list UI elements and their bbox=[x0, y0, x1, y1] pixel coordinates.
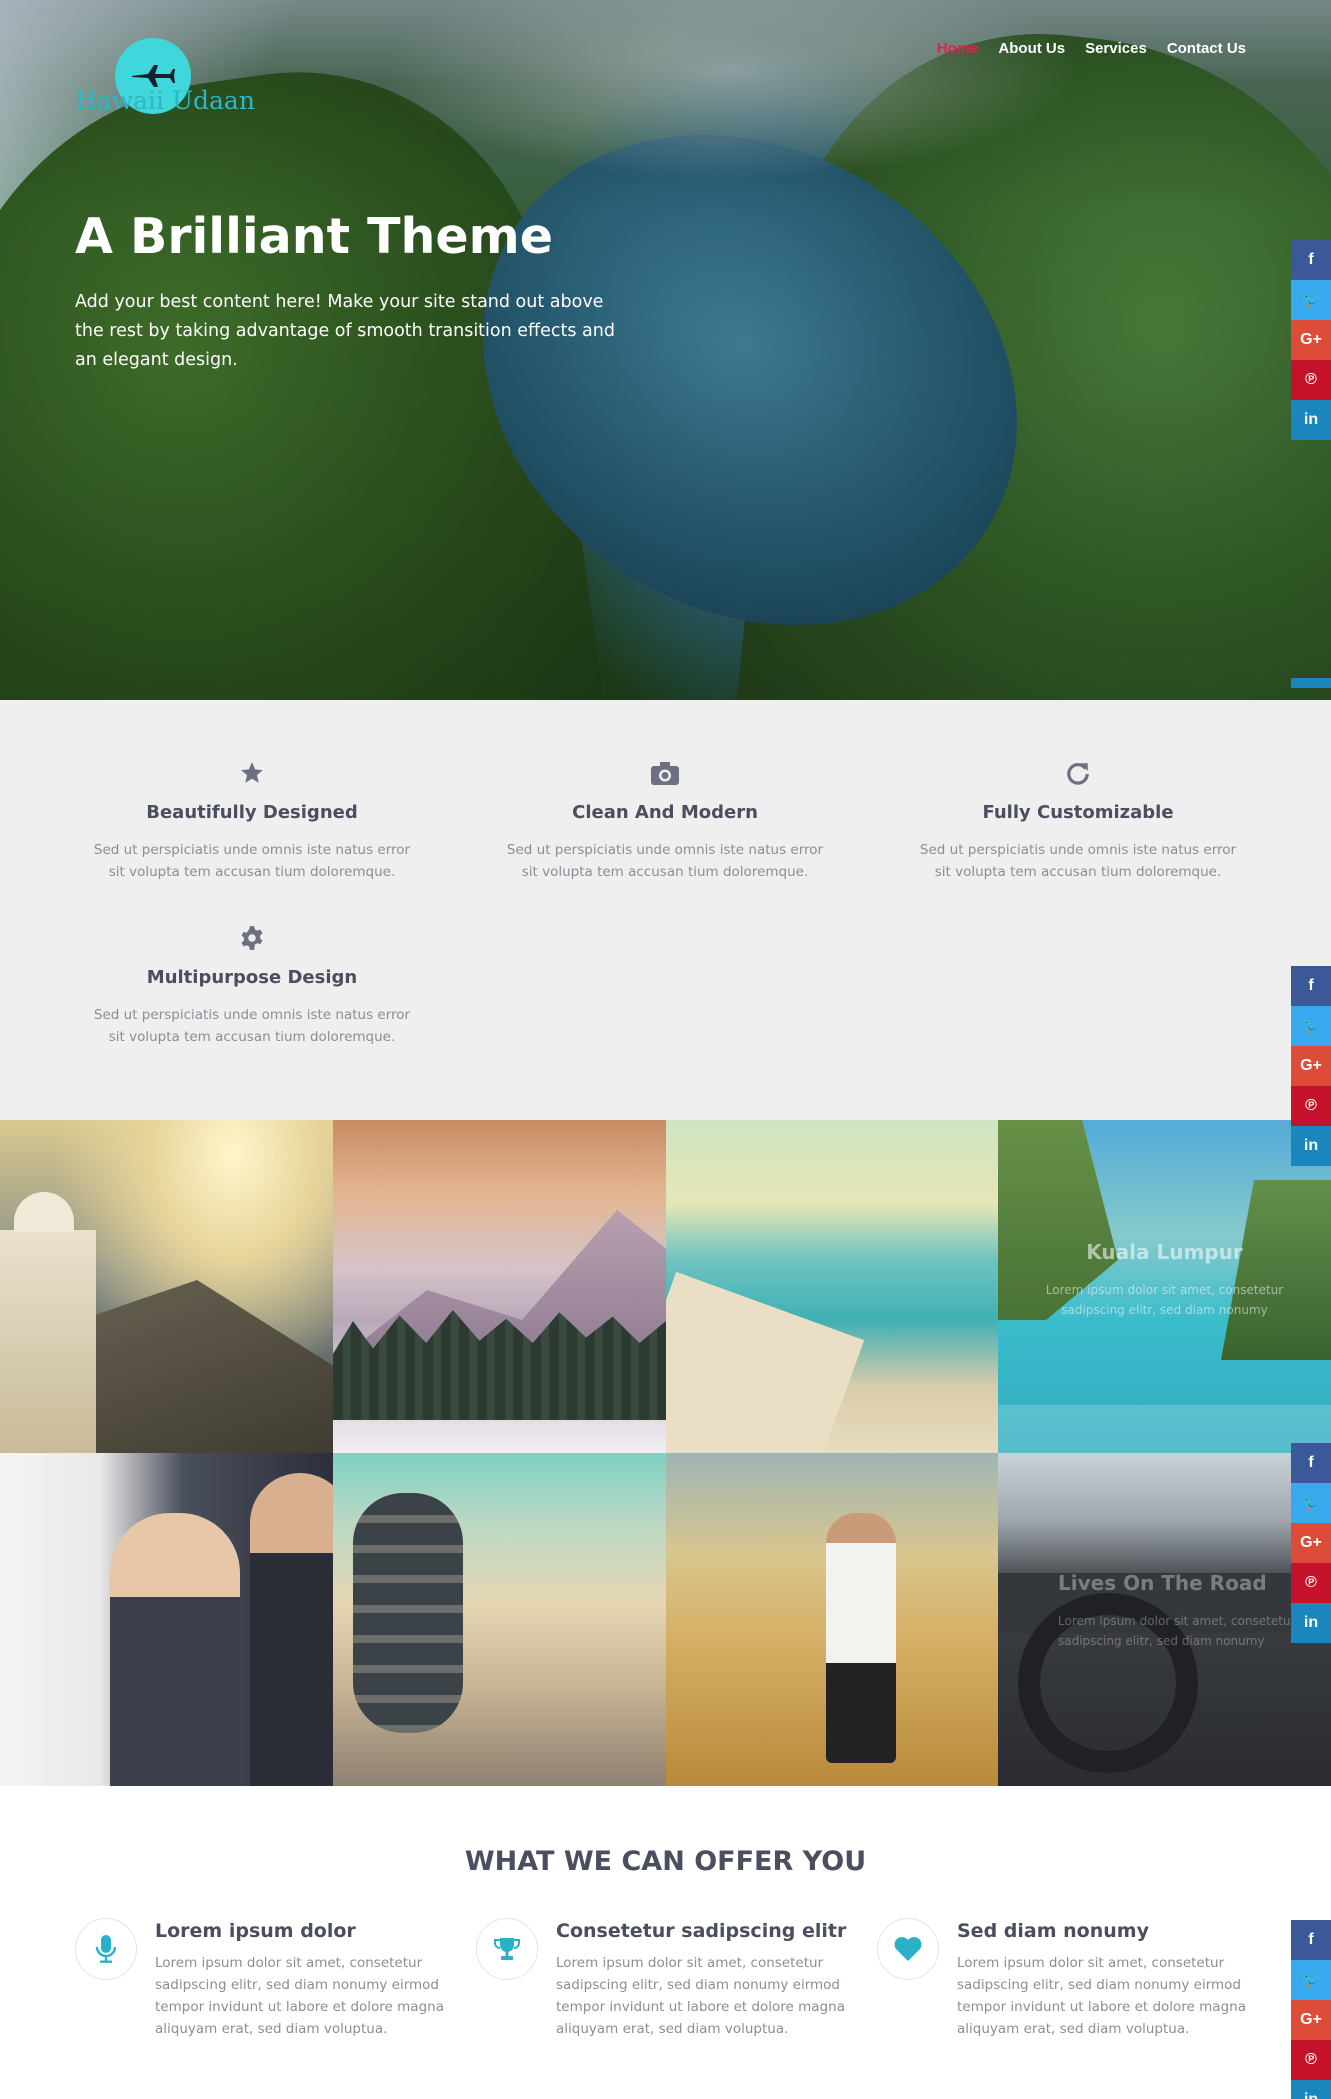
microphone-icon bbox=[75, 1918, 137, 1980]
twitter-icon[interactable]: 🐦 bbox=[1291, 1483, 1331, 1523]
gallery-caption-text: Lorem ipsum dolor sit amet, consetetur s… bbox=[1045, 1283, 1284, 1317]
nav-item-home[interactable]: Home bbox=[937, 40, 979, 57]
brand-name: Hawaii Udaan bbox=[75, 86, 255, 115]
linkedin-icon[interactable]: in bbox=[1291, 2080, 1331, 2099]
star-icon bbox=[72, 756, 432, 790]
linkedin-icon[interactable]: in bbox=[1291, 400, 1331, 440]
feature-title: Multipurpose Design bbox=[146, 967, 358, 988]
camera-icon bbox=[485, 756, 845, 790]
offer-item-title: Lorem ipsum dolor bbox=[155, 1920, 356, 1942]
social-share-bar: f 🐦 G+ ℗ in bbox=[1291, 240, 1331, 440]
trophy-icon bbox=[476, 1918, 538, 1980]
google-plus-icon[interactable]: G+ bbox=[1291, 1523, 1331, 1563]
google-plus-icon[interactable]: G+ bbox=[1291, 1046, 1331, 1086]
twitter-icon[interactable]: 🐦 bbox=[1291, 1960, 1331, 2000]
gallery-tile[interactable] bbox=[333, 1453, 666, 1786]
twitter-icon[interactable]: 🐦 bbox=[1291, 280, 1331, 320]
gallery-tile[interactable]: Lives On The Road Lorem ipsum dolor sit … bbox=[998, 1453, 1331, 1786]
offer-item: Sed diam nonumy Lorem ipsum dolor sit am… bbox=[877, 1918, 1257, 2038]
gallery-tile[interactable] bbox=[333, 1120, 666, 1453]
pinterest-icon[interactable]: ℗ bbox=[1291, 1086, 1331, 1126]
feature-item: Beautifully Designed Sed ut perspiciatis… bbox=[72, 756, 432, 883]
offer-item-title: Consetetur sadipscing elitr bbox=[556, 1920, 847, 1942]
pinterest-icon[interactable]: ℗ bbox=[1291, 1563, 1331, 1603]
nav-item-about-us[interactable]: About Us bbox=[998, 40, 1065, 57]
twitter-icon[interactable]: 🐦 bbox=[1291, 1006, 1331, 1046]
feature-text: Sed ut perspiciatis unde omnis iste natu… bbox=[506, 842, 824, 880]
feature-item: Fully Customizable Sed ut perspiciatis u… bbox=[898, 756, 1258, 883]
features-section: Beautifully Designed Sed ut perspiciatis… bbox=[0, 700, 1331, 1120]
feature-text: Sed ut perspiciatis unde omnis iste natu… bbox=[93, 1007, 411, 1045]
facebook-icon[interactable]: f bbox=[1291, 1920, 1331, 1960]
google-plus-icon[interactable]: G+ bbox=[1291, 320, 1331, 360]
nav-item-contact-us[interactable]: Contact Us bbox=[1167, 40, 1246, 57]
hero-title: A Brilliant Theme bbox=[75, 208, 553, 265]
facebook-icon[interactable]: f bbox=[1291, 1443, 1331, 1483]
scroll-indicator[interactable] bbox=[1291, 678, 1331, 688]
facebook-icon[interactable]: f bbox=[1291, 966, 1331, 1006]
gallery-tile[interactable] bbox=[666, 1120, 999, 1453]
google-plus-icon[interactable]: G+ bbox=[1291, 2000, 1331, 2040]
linkedin-icon[interactable]: in bbox=[1291, 1126, 1331, 1166]
offer-item-text: Lorem ipsum dolor sit amet, consetetur s… bbox=[556, 1955, 845, 2037]
heart-icon bbox=[877, 1918, 939, 1980]
site-logo[interactable]: Hawaii Udaan bbox=[75, 38, 255, 118]
social-share-bar: f 🐦 G+ ℗ in bbox=[1291, 1443, 1331, 1643]
main-nav: Home About Us Services Contact Us bbox=[937, 40, 1246, 57]
feature-text: Sed ut perspiciatis unde omnis iste natu… bbox=[93, 842, 411, 880]
gallery-tile[interactable] bbox=[0, 1120, 333, 1453]
gallery-tile[interactable] bbox=[666, 1453, 999, 1786]
offer-item: Consetetur sadipscing elitr Lorem ipsum … bbox=[476, 1918, 856, 2038]
pinterest-icon[interactable]: ℗ bbox=[1291, 2040, 1331, 2080]
facebook-icon[interactable]: f bbox=[1291, 240, 1331, 280]
gallery-tile-hovered[interactable]: Kuala Lumpur Lorem ipsum dolor sit amet,… bbox=[998, 1120, 1331, 1453]
feature-text: Sed ut perspiciatis unde omnis iste natu… bbox=[919, 842, 1237, 880]
feature-title: Beautifully Designed bbox=[146, 802, 358, 823]
refresh-icon bbox=[898, 756, 1258, 790]
pinterest-icon[interactable]: ℗ bbox=[1291, 360, 1331, 400]
offer-item-text: Lorem ipsum dolor sit amet, consetetur s… bbox=[957, 1955, 1246, 2037]
gallery-tile[interactable] bbox=[0, 1453, 333, 1786]
gallery-caption-text: Lorem ipsum dolor sit amet, consetetur s… bbox=[1058, 1614, 1296, 1648]
feature-title: Clean And Modern bbox=[572, 802, 758, 823]
photo-gallery: Kuala Lumpur Lorem ipsum dolor sit amet,… bbox=[0, 1120, 1331, 1786]
feature-item: Multipurpose Design Sed ut perspiciatis … bbox=[72, 921, 432, 1048]
hero-description: Add your best content here! Make your si… bbox=[75, 292, 615, 370]
offer-item-text: Lorem ipsum dolor sit amet, consetetur s… bbox=[155, 1955, 444, 2037]
offer-item-title: Sed diam nonumy bbox=[957, 1920, 1149, 1942]
hero-section: Hawaii Udaan Home About Us Services Cont… bbox=[0, 0, 1331, 700]
offer-section-title: WHAT WE CAN OFFER YOU bbox=[464, 1846, 867, 1877]
social-share-bar: f 🐦 G+ ℗ in bbox=[1291, 966, 1331, 1166]
offer-item: Lorem ipsum dolor Lorem ipsum dolor sit … bbox=[75, 1918, 455, 2038]
gallery-caption-title: Lives On The Road bbox=[1058, 1571, 1267, 1595]
feature-title: Fully Customizable bbox=[982, 802, 1174, 823]
gear-icon bbox=[72, 921, 432, 955]
social-share-bar: f 🐦 G+ ℗ in bbox=[1291, 1920, 1331, 2099]
nav-item-services[interactable]: Services bbox=[1085, 40, 1147, 57]
feature-item: Clean And Modern Sed ut perspiciatis und… bbox=[485, 756, 845, 883]
gallery-caption-title: Kuala Lumpur bbox=[1086, 1240, 1243, 1264]
linkedin-icon[interactable]: in bbox=[1291, 1603, 1331, 1643]
